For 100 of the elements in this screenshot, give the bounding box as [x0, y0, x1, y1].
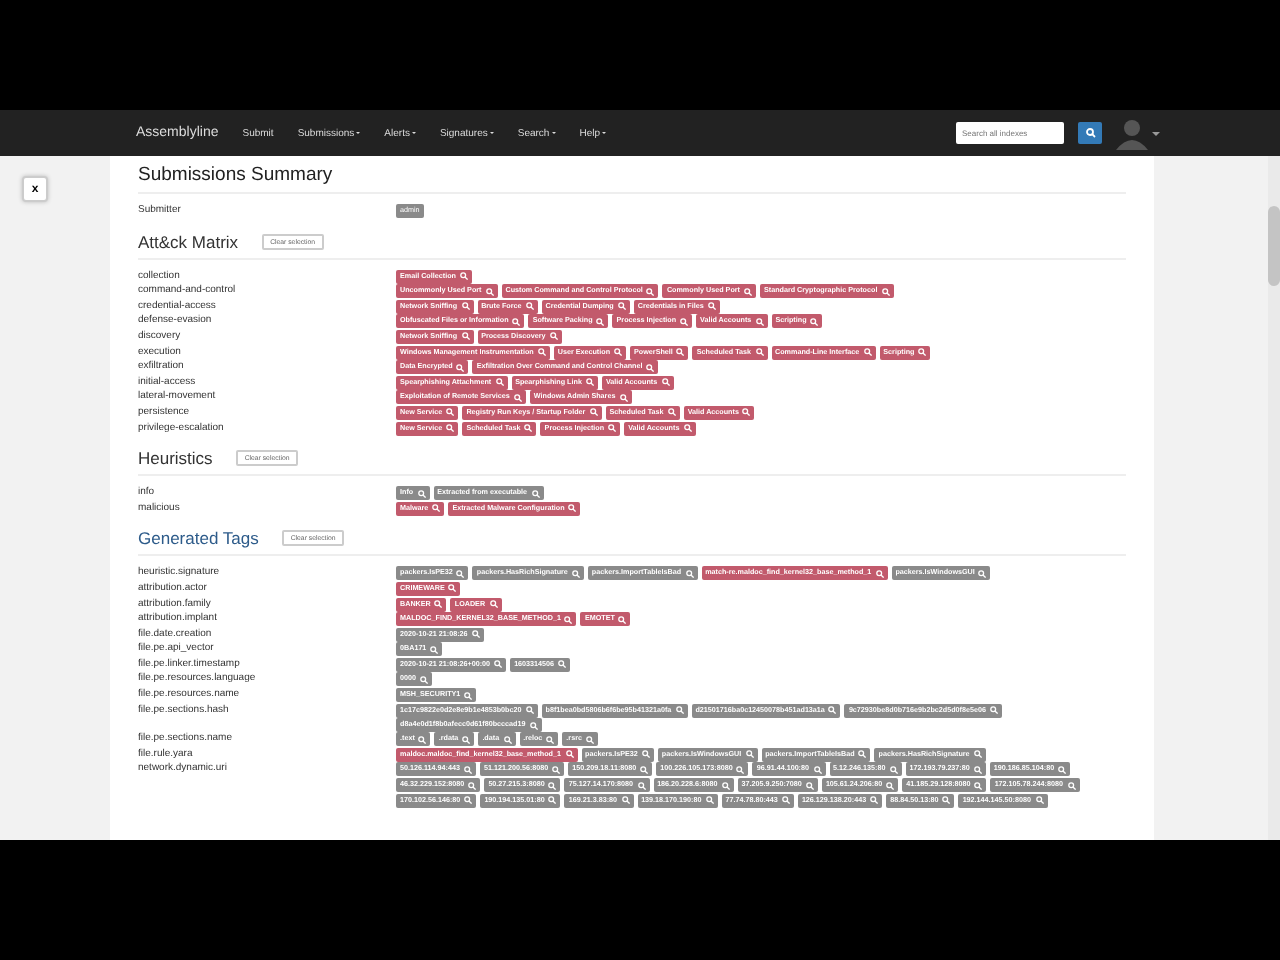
- search-icon: [524, 424, 533, 433]
- search-icon: [989, 706, 998, 715]
- search-icon: [707, 302, 716, 311]
- search-icon: [781, 796, 790, 805]
- search-icon: [973, 765, 982, 774]
- search-icon: [512, 317, 521, 326]
- search-icon: [661, 378, 670, 387]
- search-icon: [446, 424, 455, 433]
- search-icon: [755, 317, 764, 326]
- search-icon: [828, 706, 837, 715]
- search-icon: [471, 630, 480, 639]
- search-icon: [549, 332, 558, 341]
- search-icon: [568, 504, 577, 513]
- search-icon: [755, 348, 764, 357]
- page-title: Submissions Summary: [138, 164, 1126, 194]
- search-icon: [805, 781, 814, 790]
- search-icon: [810, 317, 819, 326]
- search-icon: [585, 378, 594, 387]
- search-icon: [978, 569, 987, 578]
- search-icon: [1035, 796, 1043, 805]
- search-icon: [675, 706, 684, 715]
- search-icon: [608, 424, 617, 433]
- search-icon: [870, 796, 879, 805]
- search-icon: [546, 735, 555, 744]
- search-icon: [464, 691, 473, 700]
- search-icon: [589, 408, 598, 417]
- search-icon: [617, 302, 626, 311]
- search-icon: [705, 796, 714, 805]
- search-icon: [619, 393, 628, 402]
- search-icon: [461, 332, 470, 341]
- search-icon: [974, 781, 983, 790]
- search-icon: [552, 765, 561, 774]
- search-icon: [667, 408, 676, 417]
- search-icon: [646, 287, 655, 296]
- search-icon: [525, 302, 534, 311]
- search-icon: [680, 317, 689, 326]
- search-icon: [448, 584, 457, 593]
- search-icon: [886, 781, 895, 790]
- scrollbar-thumb[interactable]: [1268, 206, 1280, 286]
- search-icon: [418, 735, 427, 744]
- search-icon: [420, 675, 428, 684]
- search-icon: [942, 796, 951, 805]
- search-icon: [529, 721, 538, 730]
- search-icon: [531, 489, 540, 498]
- search-icon: [742, 408, 751, 417]
- search-icon: [495, 378, 504, 387]
- search-icon: [858, 750, 867, 759]
- search-icon: [813, 765, 822, 774]
- search-icon: [571, 569, 580, 578]
- search-icon: [494, 660, 503, 669]
- search-icon: [564, 615, 573, 624]
- search-icon: [640, 765, 649, 774]
- search-icon: [621, 796, 630, 805]
- search-icon: [889, 765, 898, 774]
- search-icon: [685, 569, 694, 578]
- search-icon: [618, 615, 627, 624]
- search-icon: [745, 750, 754, 759]
- search-icon: [525, 706, 534, 715]
- search-icon: [881, 287, 890, 296]
- search-icon: [646, 363, 655, 372]
- search-icon: [432, 504, 441, 513]
- search-icon: [1085, 128, 1095, 138]
- search-icon: [596, 317, 605, 326]
- search-icon: [456, 569, 465, 578]
- search-icon: [463, 765, 472, 774]
- search-icon: [676, 348, 685, 357]
- search-icon: [430, 645, 439, 654]
- search-icon: [973, 750, 982, 759]
- search-icon: [503, 735, 512, 744]
- search-icon: [558, 660, 567, 669]
- search-icon: [548, 781, 557, 790]
- search-icon: [417, 489, 426, 498]
- search-icon: [513, 393, 522, 402]
- search-icon: [468, 781, 477, 790]
- search-icon: [537, 348, 546, 357]
- section-title: Generated Tags: [138, 528, 259, 549]
- search-icon: [863, 348, 872, 357]
- search-icon: [461, 302, 470, 311]
- search-icon: [721, 781, 730, 790]
- search-icon: [875, 569, 884, 578]
- search-icon: [1058, 765, 1067, 774]
- search-button[interactable]: [1078, 122, 1102, 144]
- search-icon: [456, 363, 465, 372]
- user-menu-icon[interactable]: [1116, 117, 1160, 149]
- search-icon: [485, 287, 494, 296]
- section-title: Heuristics: [138, 448, 213, 469]
- search-icon: [434, 600, 443, 608]
- search-icon: [1067, 781, 1075, 790]
- section-title: Att&ck Matrix: [138, 231, 239, 252]
- search-icon: [683, 424, 692, 433]
- search-icon: [637, 781, 646, 790]
- search-icon: [743, 287, 752, 296]
- search-icon: [736, 765, 745, 774]
- search-icon: [641, 750, 650, 759]
- search-icon: [462, 735, 471, 744]
- search-icon: [459, 272, 468, 281]
- search-icon: [548, 796, 557, 805]
- search-icon: [565, 750, 573, 759]
- search-icon: [464, 796, 473, 805]
- search-icon: [585, 735, 594, 744]
